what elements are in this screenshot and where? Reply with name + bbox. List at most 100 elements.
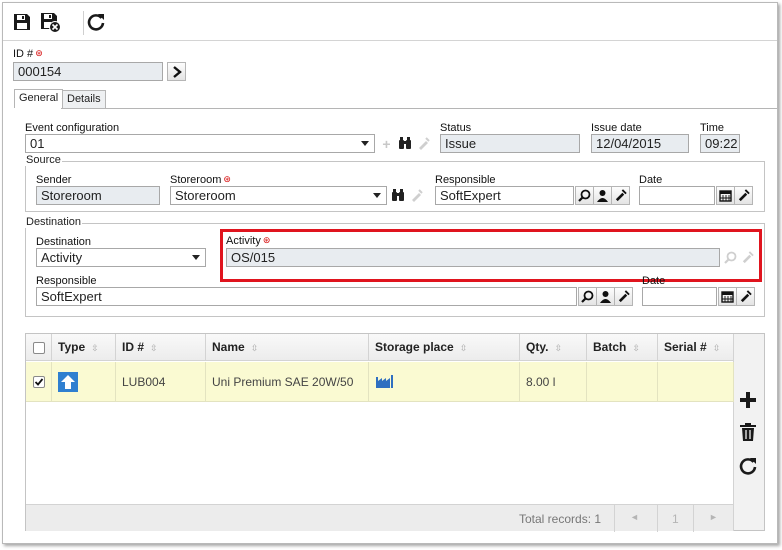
destination-date-label: Date (642, 275, 666, 287)
column-header-qty[interactable]: Qty. ⇳ (520, 334, 587, 360)
search-event-config-button[interactable] (395, 134, 414, 153)
search-icon (724, 251, 737, 264)
destination-date-calendar-button[interactable] (718, 287, 737, 306)
sort-icon: ⇳ (250, 343, 259, 353)
refresh-icon (87, 14, 105, 31)
event-config-value: 01 (30, 136, 45, 151)
delete-item-button[interactable] (738, 422, 760, 444)
chevron-down-icon (361, 141, 369, 146)
row-checkbox[interactable] (33, 376, 45, 388)
destination-responsible-search-button[interactable] (578, 287, 597, 306)
activity-clear-button[interactable] (738, 248, 757, 267)
destination-select[interactable]: Activity (36, 248, 206, 267)
source-date-field[interactable] (639, 186, 715, 205)
toolbar-divider (3, 40, 777, 41)
destination-date-clear-button[interactable] (736, 287, 755, 306)
search-icon (581, 290, 594, 303)
items-grid-panel: Type ⇳ ID # ⇳ Name ⇳ Storage place ⇳ Qty. ⇳ B… (25, 333, 765, 532)
checkmark-icon (34, 378, 44, 386)
refresh-icon (739, 458, 757, 475)
total-records: Total records: 1 (519, 512, 602, 526)
inbound-type-icon (58, 372, 78, 392)
tab-general[interactable]: General (14, 89, 64, 108)
tab-details[interactable]: Details (62, 90, 106, 108)
tab-line (61, 108, 777, 109)
eraser-icon (738, 189, 750, 202)
destination-responsible-field[interactable]: SoftExpert (36, 287, 577, 306)
add-item-button[interactable] (738, 390, 760, 412)
row-qty-cell: 8.00 l (520, 362, 587, 402)
eraser-icon (618, 290, 630, 303)
footer-divider (614, 505, 615, 532)
calendar-icon (721, 291, 734, 303)
row-type-cell (52, 362, 116, 402)
sort-icon: ⇳ (632, 343, 640, 353)
source-responsible-clear-button[interactable] (611, 186, 630, 205)
refresh-items-button[interactable] (738, 456, 760, 478)
chevron-right-icon (172, 65, 182, 78)
user-icon (597, 190, 608, 202)
column-header-storage-place[interactable]: Storage place ⇳ (369, 334, 520, 360)
eraser-icon (742, 251, 754, 264)
column-header-type[interactable]: Type ⇳ (52, 334, 116, 360)
required-icon: ⊛ (223, 174, 231, 184)
issue-date-field[interactable]: 12/04/2015 (591, 134, 689, 153)
destination-label: Destination (36, 236, 92, 248)
eraser-icon (418, 136, 430, 150)
row-serial-cell (658, 362, 734, 402)
destination-responsible-clear-button[interactable] (614, 287, 633, 306)
source-responsible-user-button[interactable] (593, 186, 612, 205)
eraser-icon (615, 189, 627, 202)
binoculars-icon (398, 137, 411, 149)
save-icon (14, 14, 30, 30)
destination-legend: Destination (25, 216, 83, 228)
id-next-button[interactable] (167, 62, 186, 81)
search-icon (578, 189, 591, 202)
clear-storeroom-button[interactable] (406, 186, 425, 205)
sort-icon: ⇳ (150, 343, 158, 353)
next-page-button[interactable]: ► (709, 512, 718, 522)
column-header-batch[interactable]: Batch ⇳ (587, 334, 658, 360)
source-responsible-search-button[interactable] (575, 186, 594, 205)
add-event-config-button[interactable]: + (377, 134, 396, 153)
event-config-label: Event configuration (25, 122, 120, 134)
binoculars-icon (391, 189, 404, 201)
source-date-clear-button[interactable] (734, 186, 753, 205)
select-all-checkbox[interactable] (33, 342, 45, 354)
activity-field[interactable]: OS/015 (226, 248, 720, 267)
status-field[interactable]: Issue (440, 134, 580, 153)
footer-divider (657, 505, 658, 532)
source-responsible-field[interactable]: SoftExpert (435, 186, 574, 205)
save-button[interactable] (9, 9, 35, 35)
id-field[interactable]: 000154 (13, 62, 163, 81)
source-responsible-label: Responsible (435, 174, 496, 186)
chevron-down-icon (192, 255, 200, 260)
search-storeroom-button[interactable] (388, 186, 407, 205)
grid-footer: Total records: 1 ◄ 1 ► (26, 504, 734, 532)
previous-page-button[interactable]: ◄ (630, 512, 639, 522)
refresh-button[interactable] (83, 9, 109, 35)
clear-event-config-button[interactable] (413, 134, 432, 153)
table-row[interactable]: LUB004 Uni Premium SAE 20W/50 8.00 l (26, 362, 734, 402)
column-header-id[interactable]: ID # ⇳ (116, 334, 206, 360)
save-and-close-button[interactable] (37, 9, 63, 35)
status-label: Status (440, 122, 472, 134)
sender-field[interactable]: Storeroom (36, 186, 160, 205)
sort-icon: ⇳ (91, 343, 99, 353)
select-all-cell (26, 334, 52, 360)
source-date-calendar-button[interactable] (716, 186, 735, 205)
eraser-icon (740, 290, 752, 303)
column-header-serial[interactable]: Serial # ⇳ (658, 334, 734, 360)
column-header-name[interactable]: Name ⇳ (206, 334, 369, 360)
time-field[interactable]: 09:22 (700, 134, 740, 153)
destination-responsible-user-button[interactable] (596, 287, 615, 306)
required-icon: ⊛ (262, 235, 271, 245)
items-grid: Type ⇳ ID # ⇳ Name ⇳ Storage place ⇳ Qty. ⇳ B… (26, 334, 734, 504)
calendar-icon (719, 190, 732, 202)
sort-icon: ⇳ (712, 343, 721, 353)
destination-date-field[interactable] (642, 287, 717, 306)
factory-icon (376, 375, 393, 388)
event-config-select[interactable]: 01 (25, 134, 375, 153)
user-icon (600, 291, 611, 303)
storeroom-select[interactable]: Storeroom (170, 186, 387, 205)
